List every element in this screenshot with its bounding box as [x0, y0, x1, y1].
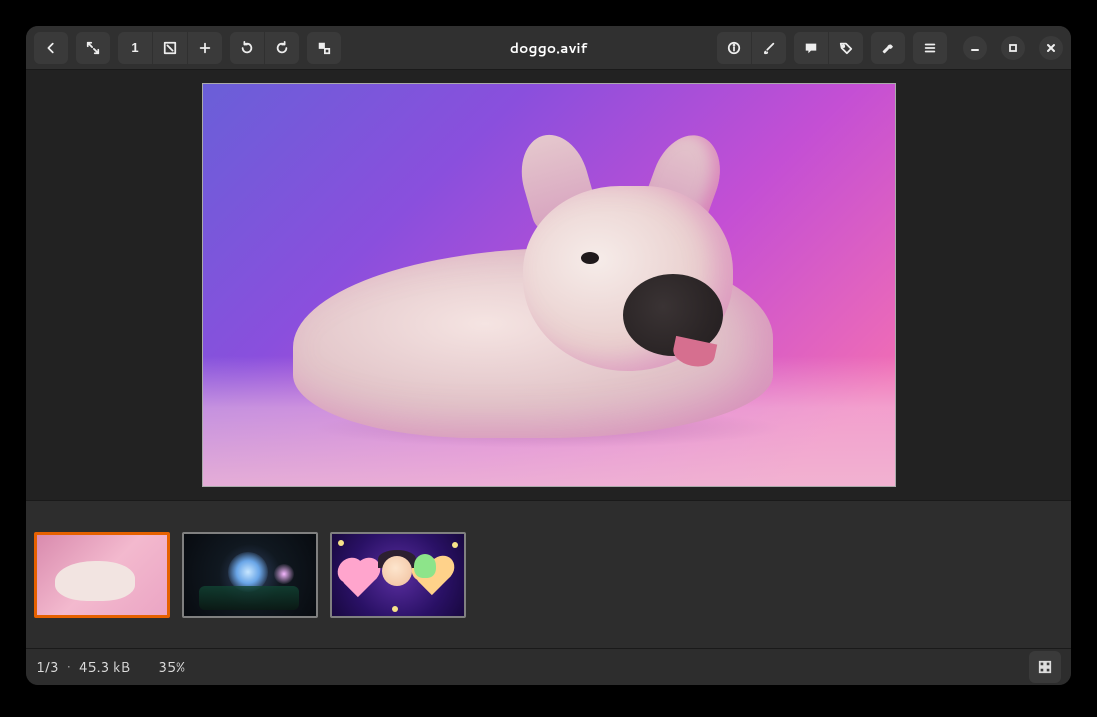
resize-button[interactable] [307, 32, 341, 64]
image-viewport[interactable] [26, 70, 1071, 501]
zoom-actual-label: 1 [131, 40, 138, 55]
hamburger-icon [923, 41, 937, 55]
info-group [717, 32, 786, 64]
tag-icon [839, 41, 853, 55]
annotate-group [794, 32, 863, 64]
grid-view-button[interactable] [1029, 651, 1061, 683]
zoom-actual-button[interactable]: 1 [118, 32, 152, 64]
annotate-button[interactable] [794, 32, 828, 64]
fullscreen-icon [86, 41, 100, 55]
grid-icon [1038, 660, 1052, 674]
statusbar: 1/3 · 45.3 kB 35% [26, 649, 1071, 685]
fullscreen-button[interactable] [76, 32, 110, 64]
thumbnail-strip [26, 501, 1071, 649]
wrench-icon [881, 41, 895, 55]
thumbnail-3[interactable] [330, 532, 466, 618]
info-button[interactable] [717, 32, 751, 64]
chevron-left-icon [44, 41, 58, 55]
rotate-cw-button[interactable] [265, 32, 299, 64]
rotate-cw-icon [275, 41, 289, 55]
maximize-icon [1008, 43, 1018, 53]
thumbnail-2[interactable] [182, 532, 318, 618]
annotate-icon [804, 41, 818, 55]
status-zoom: 35% [158, 657, 185, 677]
zoom-fit-button[interactable] [153, 32, 187, 64]
tools-button[interactable] [871, 32, 905, 64]
info-icon [727, 41, 741, 55]
rotate-group [230, 32, 299, 64]
zoom-fit-icon [163, 41, 177, 55]
app-window: 1 doggo.avif [26, 26, 1071, 685]
brush-icon [762, 41, 776, 55]
menu-button[interactable] [913, 32, 947, 64]
maximize-button[interactable] [1001, 36, 1025, 60]
zoom-group: 1 [118, 32, 222, 64]
minimize-icon [970, 43, 980, 53]
resize-icon [317, 41, 331, 55]
color-picker-button[interactable] [752, 32, 786, 64]
status-separator: · [67, 657, 71, 677]
rotate-ccw-icon [240, 41, 254, 55]
status-filesize: 45.3 kB [79, 657, 130, 677]
back-button[interactable] [34, 32, 68, 64]
tag-button[interactable] [829, 32, 863, 64]
minimize-button[interactable] [963, 36, 987, 60]
main-image [202, 83, 896, 487]
close-icon [1046, 43, 1056, 53]
zoom-in-button[interactable] [188, 32, 222, 64]
rotate-ccw-button[interactable] [230, 32, 264, 64]
close-button[interactable] [1039, 36, 1063, 60]
titlebar: 1 doggo.avif [26, 26, 1071, 70]
thumbnail-1[interactable] [34, 532, 170, 618]
plus-icon [198, 41, 212, 55]
status-position: 1/3 [36, 657, 59, 677]
